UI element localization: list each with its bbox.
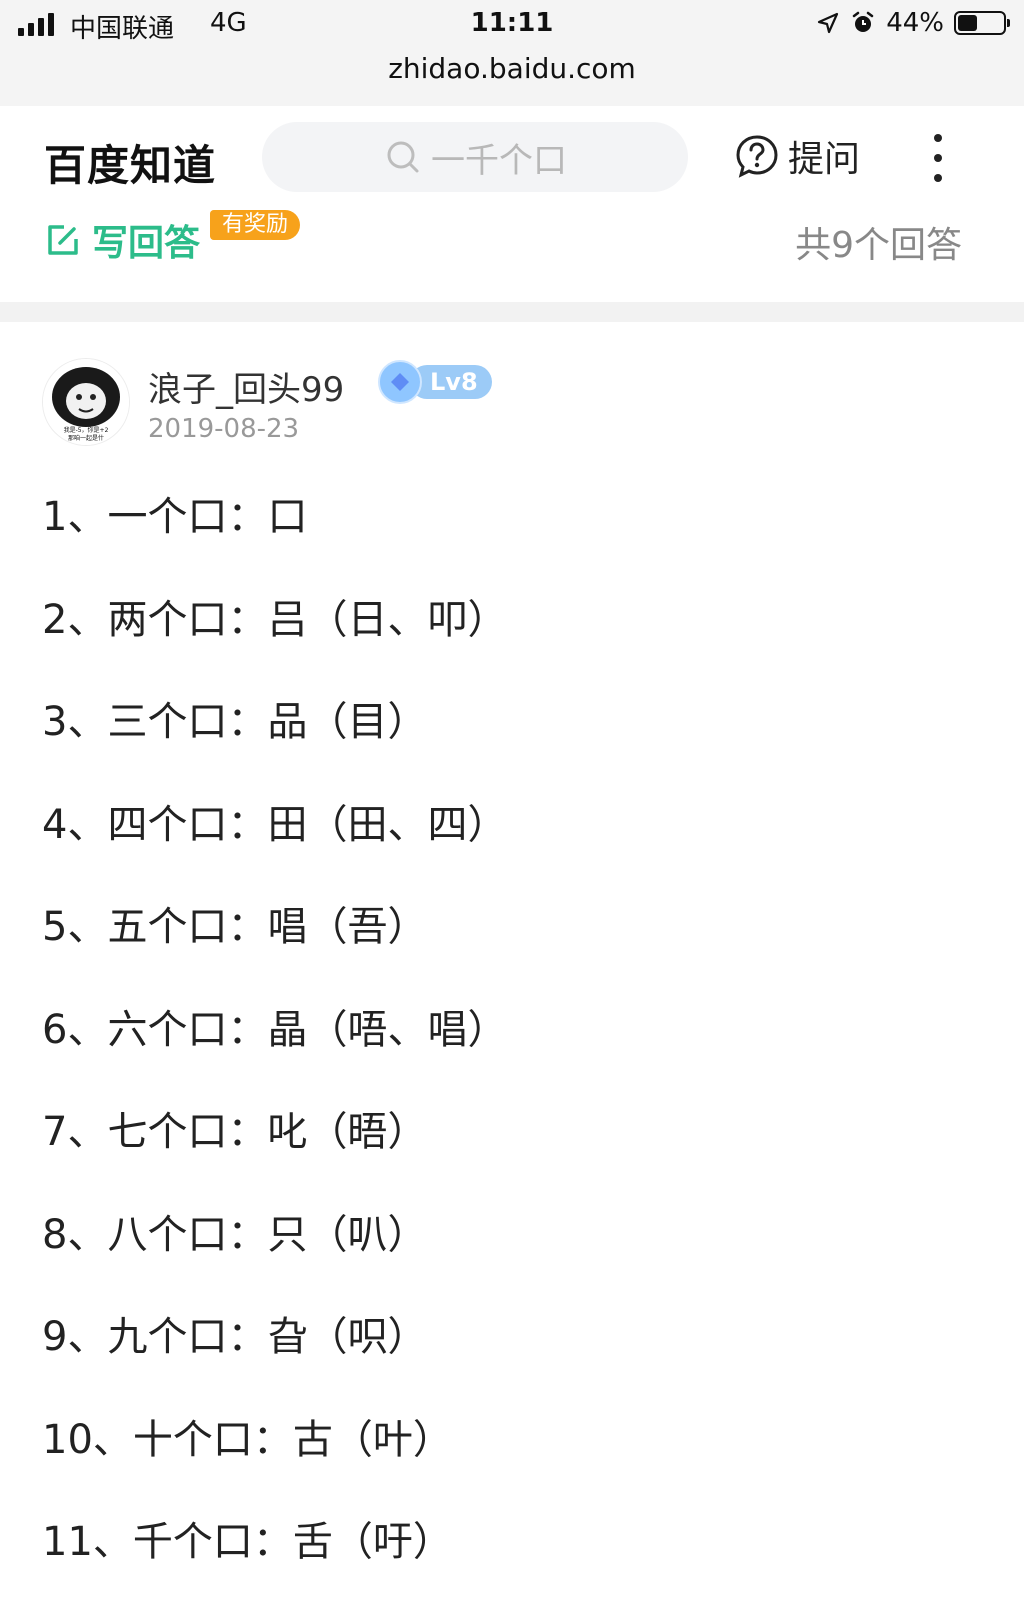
battery-icon [954, 11, 1010, 35]
write-answer-label: 写回答 [92, 223, 201, 264]
username[interactable]: 浪子_回头99 [148, 362, 344, 411]
search-input[interactable]: 一千个口 [262, 122, 688, 192]
answer-line: 5、五个口：唱（吾） [42, 904, 428, 950]
browser-top-bar: 中国联通 4G 11:11 44% zhidao.baidu.com [0, 0, 1024, 107]
answer-date: 2019-08-23 [148, 414, 300, 444]
battery-percent: 44% [886, 8, 944, 38]
more-menu-icon[interactable] [926, 134, 950, 182]
avatar-caption-top: 我是-5，你是+2 [64, 426, 109, 434]
answer-line: 10、十个口：古（叶） [42, 1416, 453, 1463]
site-logo[interactable]: 百度知道 [44, 132, 216, 193]
answer-line: 2、两个口：吕（日、叩） [42, 596, 508, 643]
answer-body: 1、一个口：口 2、两个口：吕（日、叩） 3、三个口：品（目） 4、四个口：田（田、四… [42, 486, 982, 1600]
reward-badge: 有奖励 [210, 210, 301, 240]
level-label: Lv8 [410, 365, 492, 399]
answer-line: 1、一个口：口 [42, 494, 308, 540]
section-divider [0, 302, 1024, 322]
avatar-image: 我是-5，你是+2 那咱一起是什 [43, 359, 129, 445]
level-badge: Lv8 [378, 360, 492, 404]
answer-bar: 写回答 有奖励 共9个回答 [0, 210, 1024, 302]
page: 中国联通 4G 11:11 44% zhidao.baidu.com 百度知道 … [0, 0, 1024, 1600]
answer-line: 6、六个口：晶（唔、唱） [42, 1006, 508, 1053]
ask-question-label: 提问 [788, 139, 861, 180]
edit-icon [48, 225, 78, 255]
url-bar[interactable]: zhidao.baidu.com [0, 52, 1024, 85]
answer-line: 3、三个口：品（目） [42, 699, 428, 745]
answer-line: 7、七个口：叱（晤） [42, 1109, 428, 1155]
question-bubble-icon [736, 135, 778, 178]
answer-line: 11、千个口：舌（吁） [42, 1519, 453, 1565]
ask-question-button[interactable]: 提问 [734, 130, 860, 182]
location-arrow-icon [818, 12, 839, 34]
app-header: 百度知道 一千个口 提问 [0, 106, 1024, 211]
avatar[interactable]: 我是-5，你是+2 那咱一起是什 [42, 358, 130, 446]
alarm-icon [852, 11, 874, 32]
answer-line: 4、四个口：田（田、四） [42, 801, 508, 848]
avatar-caption-bottom: 那咱一起是什 [68, 434, 104, 442]
answer-line: 8、八个口：只（叭） [42, 1211, 428, 1258]
status-right: 44% [816, 8, 1010, 38]
search-placeholder: 一千个口 [431, 140, 567, 181]
write-answer-button[interactable]: 写回答 [44, 214, 200, 266]
status-bar: 中国联通 4G 11:11 44% [0, 0, 1024, 52]
diamond-icon [378, 360, 422, 404]
battery-fill [958, 15, 977, 31]
answer-line: 9、九个口：旮（呮） [42, 1314, 428, 1360]
search-icon [387, 141, 419, 173]
answer-count[interactable]: 共9个回答 [795, 216, 962, 268]
